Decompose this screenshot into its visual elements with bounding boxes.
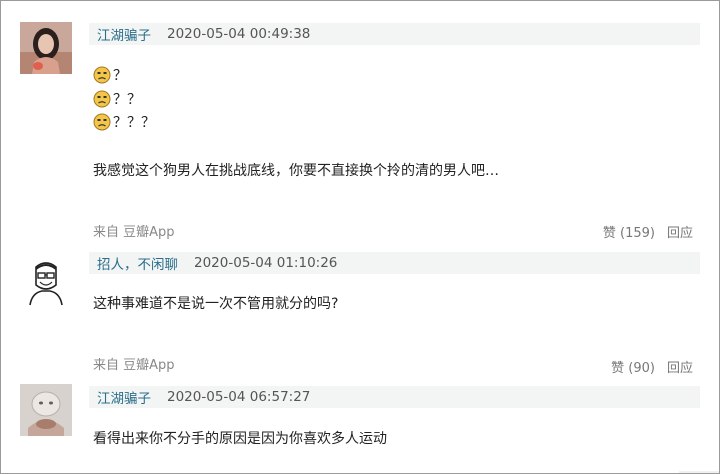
reply-button[interactable]: 回应 [667, 357, 693, 376]
comment-text: 看得出来你不分手的原因是因为你喜欢多人运动 [93, 431, 387, 447]
comment-time: 2020-05-04 06:57:27 [167, 389, 311, 405]
comment-source: 来自 豆瓣App [93, 354, 175, 373]
emoji-text: ？？？ [113, 115, 155, 131]
sad-face-emoji-icon [93, 113, 111, 131]
like-button[interactable]: 赞 (159) [603, 222, 655, 241]
avatar-image [20, 384, 72, 436]
emoji-text: ？？ [113, 92, 141, 108]
author-link[interactable]: 江湖骗子 [89, 24, 151, 44]
comment-meta: 招人，不闲聊 2020-05-04 01:10:26 [89, 252, 700, 274]
comment-source: 来自 豆瓣App [93, 221, 175, 240]
source-label[interactable]: 来自 豆瓣App [93, 225, 175, 240]
sad-face-emoji-icon [93, 90, 111, 108]
comment-time: 2020-05-04 00:49:38 [167, 26, 311, 42]
sad-face-emoji-icon [93, 66, 111, 84]
avatar[interactable] [20, 255, 72, 307]
comment-actions: 赞 (159) 回应 [603, 222, 693, 241]
comment-time: 2020-05-04 01:10:26 [194, 255, 338, 271]
avatar[interactable] [20, 384, 72, 436]
emoji-line: ？？？ [93, 112, 155, 132]
source-label[interactable]: 来自 豆瓣App [93, 358, 175, 373]
emoji-text: ？ [113, 68, 127, 84]
emoji-line: ？ [93, 65, 127, 85]
comment-text: 我感觉这个狗男人在挑战底线，你要不直接换个拎的清的男人吧… [93, 163, 499, 179]
author-link[interactable]: 江湖骗子 [89, 387, 151, 407]
comment-actions: 赞 (90) 回应 [611, 357, 693, 376]
reply-button[interactable]: 回应 [667, 222, 693, 241]
author-link[interactable]: 招人，不闲聊 [89, 253, 178, 273]
avatar[interactable] [20, 22, 72, 74]
comment-meta: 江湖骗子 2020-05-04 00:49:38 [89, 23, 700, 45]
comment-text: 这种事难道不是说一次不管用就分的吗? [93, 296, 339, 312]
avatar-image [20, 255, 72, 307]
emoji-line: ？？ [93, 89, 141, 109]
comment-meta: 江湖骗子 2020-05-04 06:57:27 [89, 386, 700, 408]
avatar-image [20, 22, 72, 74]
comment-list: 江湖骗子 2020-05-04 00:49:38 ？ ？？ ？？？ 我感觉这个狗… [0, 0, 720, 474]
like-button[interactable]: 赞 (90) [611, 357, 655, 376]
